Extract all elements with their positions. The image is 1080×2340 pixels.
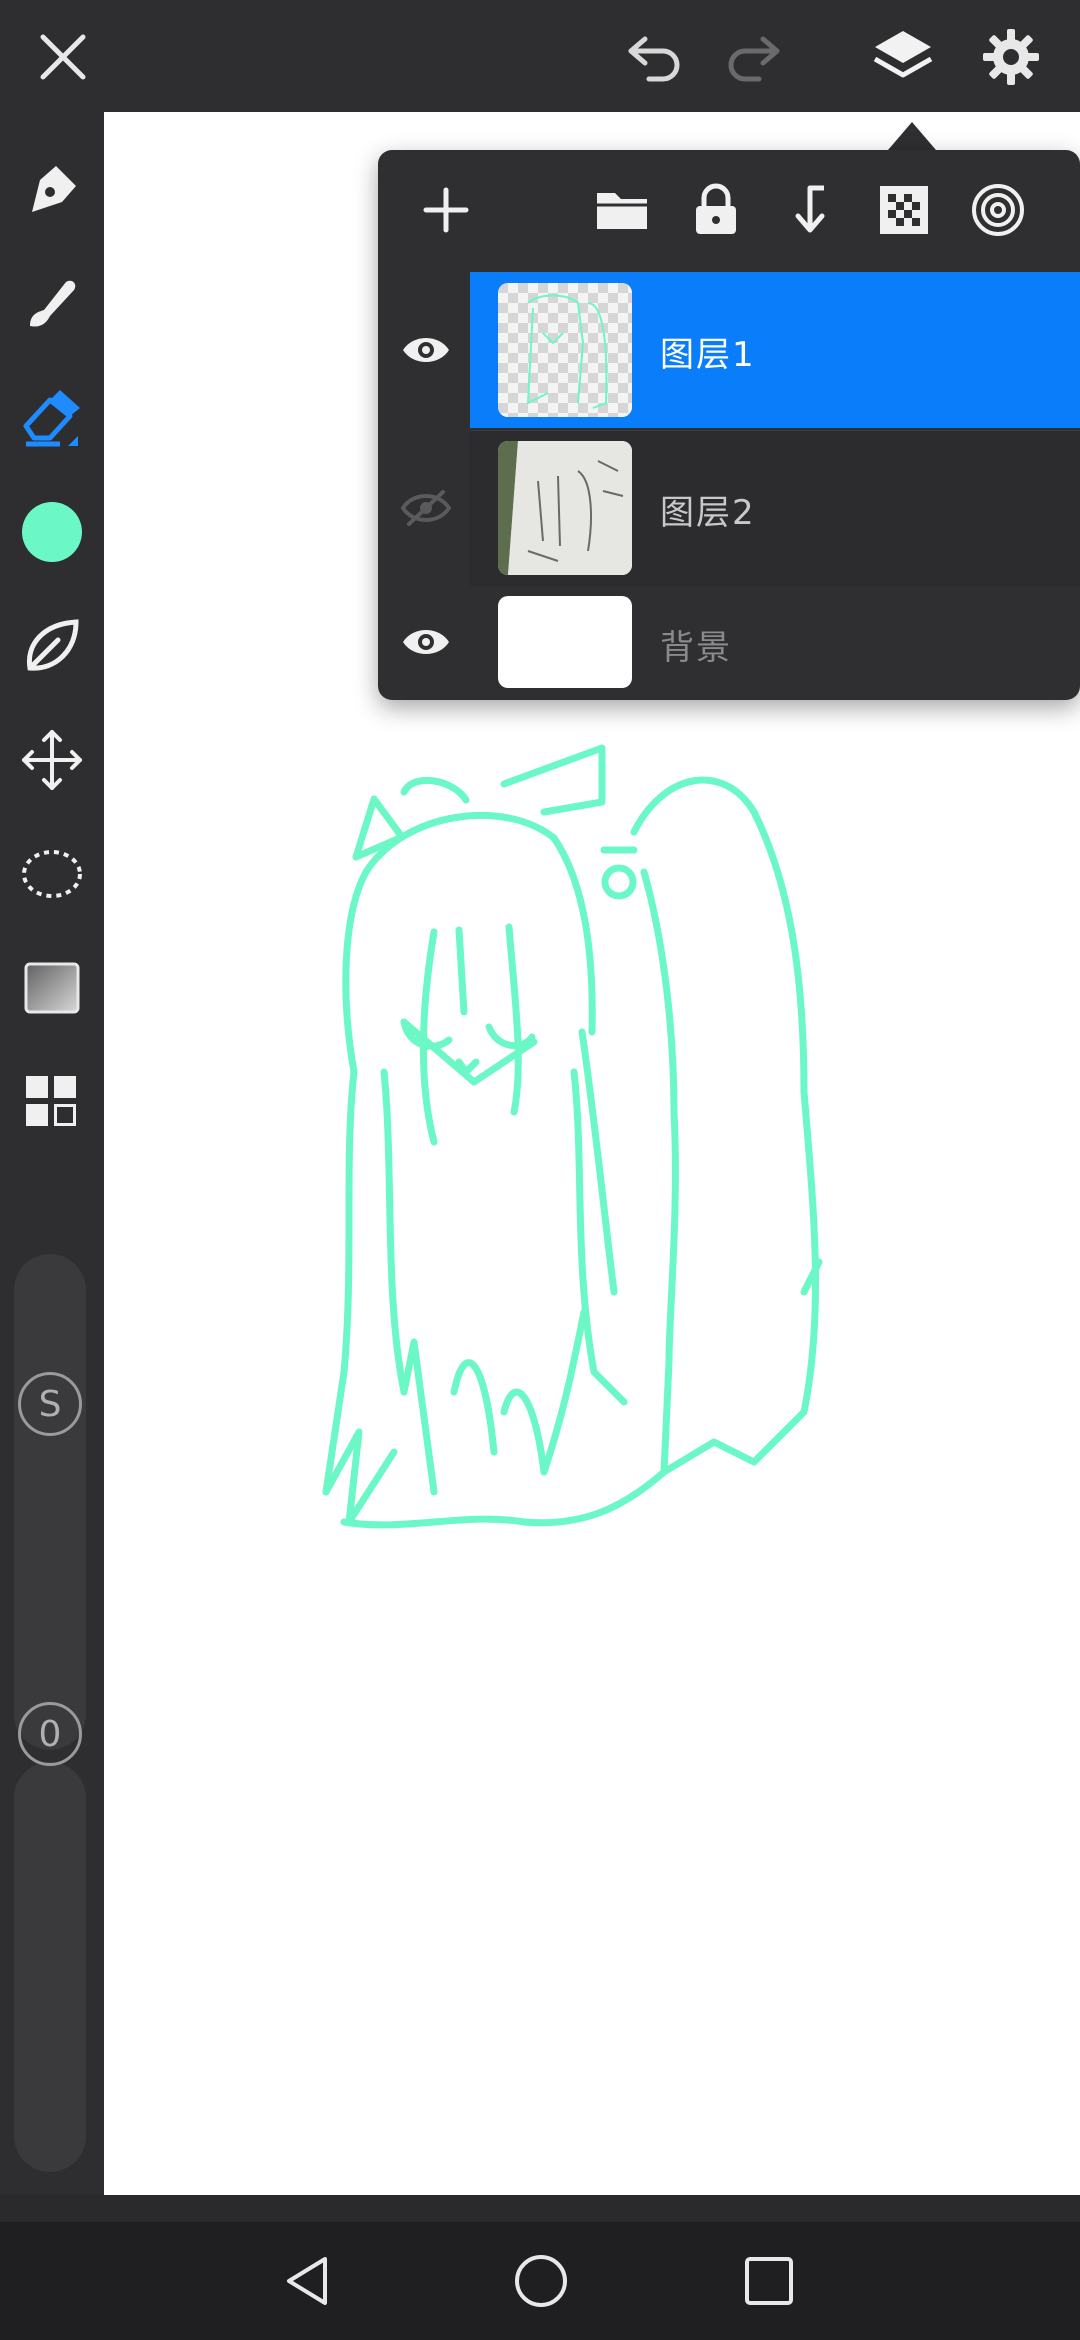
size-slider[interactable]	[14, 1254, 86, 1750]
move-icon[interactable]	[14, 722, 90, 798]
plus-icon[interactable]	[414, 178, 478, 242]
target-icon[interactable]	[966, 178, 1030, 242]
folder-icon[interactable]	[590, 178, 654, 242]
layer-row-1[interactable]: 图层1	[378, 272, 1080, 428]
layer-name-1: 图层1	[660, 335, 756, 375]
brush-icon[interactable]	[14, 266, 90, 342]
eraser-icon[interactable]	[14, 380, 90, 456]
layer-panel: 图层1 图层2 背景	[378, 150, 1080, 700]
checker-icon[interactable]	[872, 178, 936, 242]
system-nav-bar	[0, 2222, 1080, 2340]
size-label: S	[38, 1383, 62, 1425]
top-bar	[0, 0, 1080, 112]
merge-down-icon[interactable]	[778, 178, 842, 242]
undo-icon[interactable]	[620, 22, 690, 92]
opacity-slider[interactable]	[14, 1762, 86, 2172]
eye-icon[interactable]	[394, 318, 458, 382]
layer-row-background[interactable]: 背景	[378, 586, 1080, 698]
layer-thumbnail-2	[498, 441, 632, 575]
lasso-icon[interactable]	[14, 836, 90, 912]
close-icon[interactable]	[28, 22, 98, 92]
grid-icon[interactable]	[14, 1064, 90, 1140]
leaf-icon[interactable]	[14, 608, 90, 684]
size-slider-knob[interactable]: S	[18, 1372, 82, 1436]
pen-icon[interactable]	[14, 152, 90, 228]
home-icon[interactable]	[502, 2242, 580, 2320]
layer-name-background: 背景	[660, 628, 732, 668]
layer-panel-pointer	[888, 122, 936, 150]
layer-name-2: 图层2	[660, 493, 756, 533]
lock-icon[interactable]	[684, 178, 748, 242]
redo-icon[interactable]	[718, 22, 788, 92]
gear-icon[interactable]	[976, 22, 1046, 92]
eye-icon[interactable]	[394, 610, 458, 674]
back-icon[interactable]	[270, 2242, 348, 2320]
layer-thumbnail-background	[498, 596, 632, 688]
layer-panel-toolbar	[378, 150, 1080, 270]
layer-thumbnail-1	[498, 283, 632, 417]
canvas-ruler	[104, 2195, 1080, 2222]
layers-icon[interactable]	[868, 22, 938, 92]
eye-hidden-icon[interactable]	[394, 476, 458, 540]
opacity-slider-knob[interactable]: 0	[18, 1702, 82, 1766]
tool-sidebar: S 0	[0, 112, 104, 2195]
color-swatch[interactable]	[14, 494, 90, 570]
recents-icon[interactable]	[730, 2242, 808, 2320]
opacity-label: 0	[38, 1713, 62, 1755]
layer-row-2[interactable]: 图层2	[378, 430, 1080, 587]
gradient-icon[interactable]	[14, 950, 90, 1026]
